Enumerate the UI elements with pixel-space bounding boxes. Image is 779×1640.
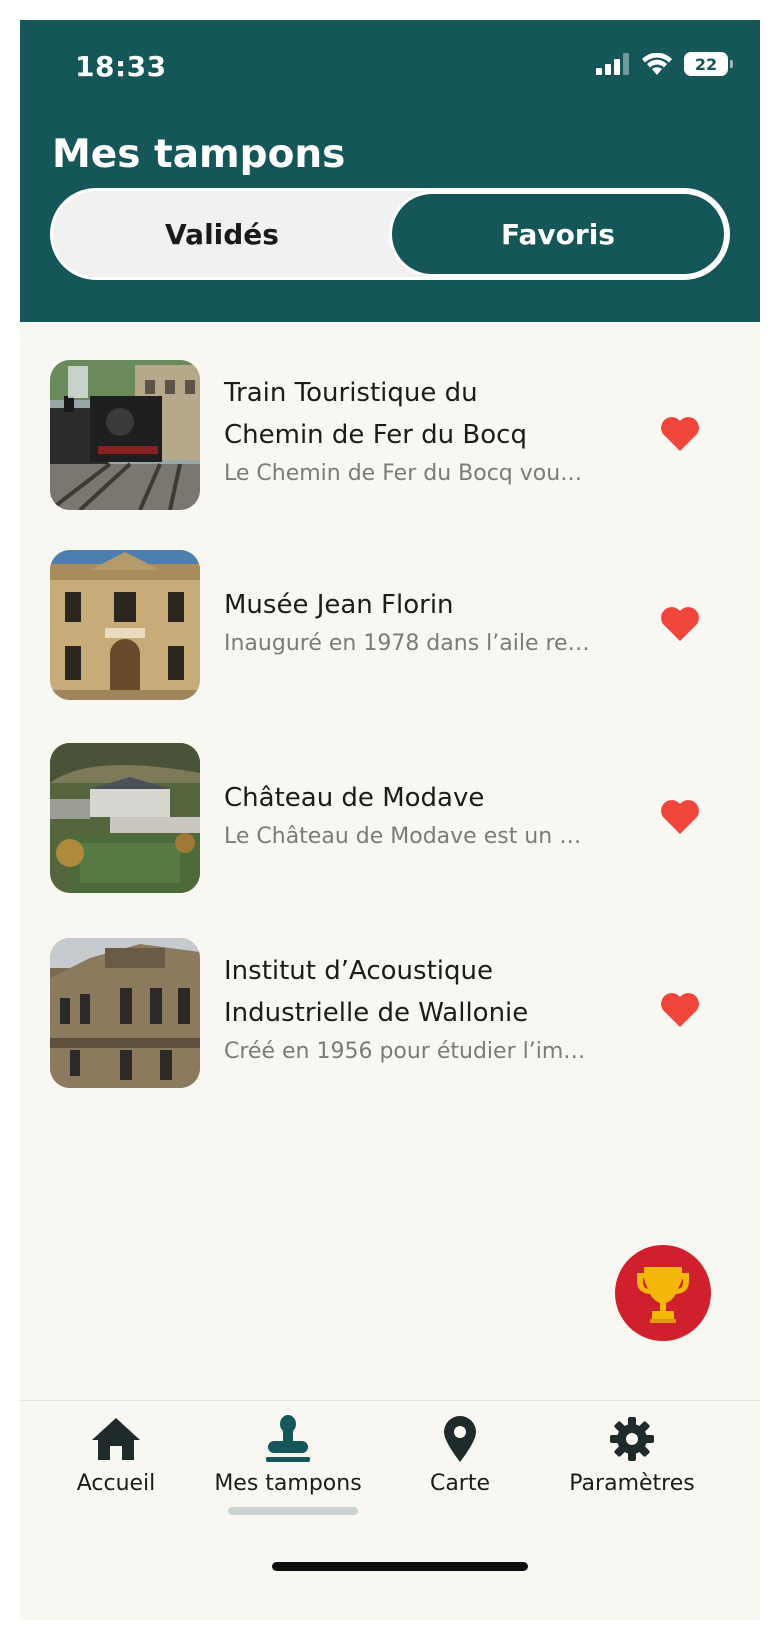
- item-title: Industrielle de Wallonie: [224, 998, 529, 1028]
- nav-label: Mes tampons: [214, 1471, 362, 1496]
- item-thumbnail-institut: [50, 938, 200, 1088]
- home-icon: [92, 1418, 140, 1460]
- tab-valides[interactable]: Validés: [53, 191, 391, 277]
- heart-icon[interactable]: [660, 606, 700, 642]
- trophy-button[interactable]: [615, 1245, 711, 1341]
- app-screen: 18:33 22 Mes tampons Validés Favoris Tra…: [20, 20, 760, 1620]
- item-title: Train Touristique du: [224, 378, 478, 408]
- item-description: Le Château de Modave est un …: [224, 824, 582, 849]
- item-title: Château de Modave: [224, 783, 485, 813]
- item-text: Musée Jean Florin Inauguré en 1978 dans …: [224, 584, 644, 662]
- heart-icon[interactable]: [660, 416, 700, 452]
- trophy-icon: [637, 1267, 689, 1323]
- item-title: Institut d’Acoustique: [224, 956, 493, 986]
- nav-mes-tampons[interactable]: Mes tampons: [198, 1411, 378, 1496]
- item-thumbnail-train: [50, 360, 200, 510]
- list-item[interactable]: Musée Jean Florin Inauguré en 1978 dans …: [20, 550, 760, 700]
- nav-label: Paramètres: [569, 1471, 695, 1496]
- item-text: Train Touristique du Chemin de Fer du Bo…: [224, 372, 644, 492]
- bottom-nav: Accueil Mes tampons Carte Paramètres: [20, 1400, 760, 1620]
- tab-favoris[interactable]: Favoris: [389, 191, 727, 277]
- list-item[interactable]: Institut d’Acoustique Industrielle de Wa…: [20, 938, 760, 1088]
- item-text: Institut d’Acoustique Industrielle de Wa…: [224, 950, 644, 1070]
- item-text: Château de Modave Le Château de Modave e…: [224, 777, 644, 855]
- heart-icon[interactable]: [660, 992, 700, 1028]
- heart-icon[interactable]: [660, 799, 700, 835]
- item-thumbnail-musee: [50, 550, 200, 700]
- active-tab-indicator: [228, 1507, 358, 1515]
- list-item[interactable]: Train Touristique du Chemin de Fer du Bo…: [20, 360, 760, 510]
- stamp-icon: [266, 1415, 310, 1462]
- gear-icon: [610, 1417, 654, 1461]
- nav-label: Carte: [429, 1471, 491, 1496]
- nav-carte[interactable]: Carte: [370, 1411, 550, 1496]
- item-description: Créé en 1956 pour étudier l’im…: [224, 1039, 586, 1064]
- header: 18:33 22 Mes tampons Validés Favoris: [20, 20, 760, 322]
- item-description: Inauguré en 1978 dans l’aile re…: [224, 631, 590, 656]
- home-indicator: [272, 1562, 528, 1571]
- wifi-icon: [642, 53, 672, 75]
- signal-icon: [596, 53, 629, 75]
- page-title: Mes tampons: [52, 132, 346, 177]
- map-pin-icon: [444, 1416, 476, 1462]
- item-title: Musée Jean Florin: [224, 590, 454, 620]
- status-icons: 22: [596, 52, 733, 76]
- nav-label: Accueil: [76, 1471, 156, 1496]
- item-description: Le Chemin de Fer du Bocq vou…: [224, 461, 583, 486]
- item-thumbnail-chateau: [50, 743, 200, 893]
- status-time: 18:33: [75, 50, 167, 83]
- battery-icon: 22: [684, 52, 733, 76]
- item-title: Chemin de Fer du Bocq: [224, 420, 527, 450]
- tab-switcher: Validés Favoris: [50, 188, 730, 280]
- list-item[interactable]: Château de Modave Le Château de Modave e…: [20, 743, 760, 893]
- nav-accueil[interactable]: Accueil: [26, 1411, 206, 1496]
- nav-parametres[interactable]: Paramètres: [542, 1411, 722, 1496]
